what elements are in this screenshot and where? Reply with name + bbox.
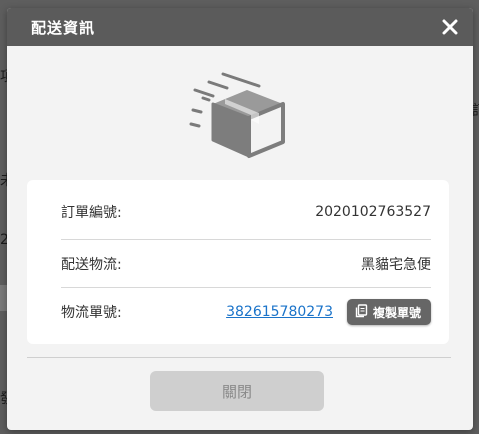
copy-tracking-button[interactable]: 複製單號	[346, 299, 431, 325]
carrier-value: 黑貓宅急便	[361, 257, 431, 273]
background-fragment: 訂	[472, 100, 479, 120]
carrier-row: 配送物流: 黑貓宅急便	[61, 242, 431, 286]
modal-header: 配送資訊	[7, 8, 473, 46]
delivery-info-modal: 配送資訊 訂單編號: 2020102763527 配送物流: 黑貓宅急便 物流單…	[7, 8, 473, 430]
tracking-label: 物流單號:	[61, 305, 122, 321]
order-number-label: 訂單編號:	[61, 205, 122, 221]
delivery-box-icon	[187, 68, 287, 164]
divider	[61, 239, 431, 240]
modal-title: 配送資訊	[31, 18, 96, 37]
copy-icon	[355, 303, 368, 321]
tracking-row: 物流單號: 382615780273 複製單號	[61, 290, 431, 334]
carrier-label: 配送物流:	[61, 257, 122, 273]
tracking-group: 382615780273 複製單號	[226, 299, 431, 325]
divider	[61, 287, 431, 288]
footer-divider	[27, 357, 451, 358]
close-icon[interactable]	[439, 16, 461, 38]
background-block	[0, 285, 7, 311]
tracking-number-link[interactable]: 382615780273	[226, 304, 333, 320]
close-button[interactable]: 關閉	[150, 371, 324, 411]
order-number-value: 2020102763527	[315, 204, 431, 220]
order-number-row: 訂單編號: 2020102763527	[61, 190, 431, 234]
order-info-card: 訂單編號: 2020102763527 配送物流: 黑貓宅急便 物流單號: 38…	[27, 180, 449, 344]
copy-button-label: 複製單號	[372, 305, 421, 320]
